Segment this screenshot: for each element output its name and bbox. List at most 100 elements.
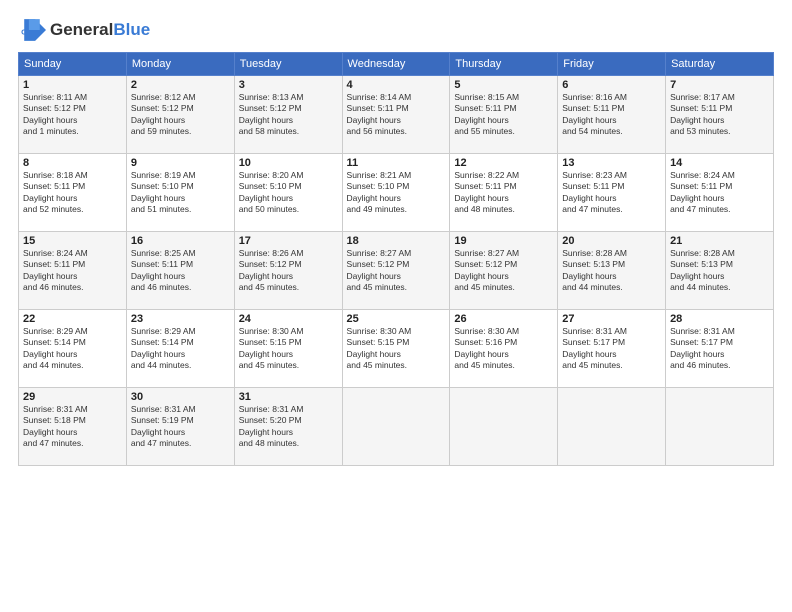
calendar-cell: 15Sunrise: 8:24 AMSunset: 5:11 PMDayligh… xyxy=(19,232,127,310)
calendar-cell: 30Sunrise: 8:31 AMSunset: 5:19 PMDayligh… xyxy=(126,388,234,466)
daylight-label: Daylight hours xyxy=(562,271,616,281)
day-info: Sunrise: 8:20 AMSunset: 5:10 PMDaylight … xyxy=(239,170,338,216)
daylight-value: and 58 minutes. xyxy=(239,126,299,136)
sunset-text: Sunset: 5:12 PM xyxy=(131,103,194,113)
weekday-sunday: Sunday xyxy=(19,53,127,76)
calendar-cell: 10Sunrise: 8:20 AMSunset: 5:10 PMDayligh… xyxy=(234,154,342,232)
daylight-value: and 48 minutes. xyxy=(454,204,514,214)
day-info: Sunrise: 8:29 AMSunset: 5:14 PMDaylight … xyxy=(23,326,122,372)
sunset-text: Sunset: 5:12 PM xyxy=(454,259,517,269)
day-number: 1 xyxy=(23,79,122,91)
sunset-text: Sunset: 5:10 PM xyxy=(347,181,410,191)
day-number: 2 xyxy=(131,79,230,91)
sunset-text: Sunset: 5:13 PM xyxy=(562,259,625,269)
day-number: 23 xyxy=(131,313,230,325)
weekday-wednesday: Wednesday xyxy=(342,53,450,76)
daylight-value: and 49 minutes. xyxy=(347,204,407,214)
daylight-label: Daylight hours xyxy=(131,193,185,203)
svg-text:G: G xyxy=(21,28,27,37)
day-info: Sunrise: 8:27 AMSunset: 5:12 PMDaylight … xyxy=(454,248,553,294)
day-info: Sunrise: 8:31 AMSunset: 5:20 PMDaylight … xyxy=(239,404,338,450)
calendar-cell: 25Sunrise: 8:30 AMSunset: 5:15 PMDayligh… xyxy=(342,310,450,388)
sunrise-text: Sunrise: 8:25 AM xyxy=(131,248,196,258)
calendar-week-5: 29Sunrise: 8:31 AMSunset: 5:18 PMDayligh… xyxy=(19,388,774,466)
sunset-text: Sunset: 5:11 PM xyxy=(562,181,624,191)
daylight-label: Daylight hours xyxy=(131,349,185,359)
day-number: 31 xyxy=(239,391,338,403)
daylight-value: and 44 minutes. xyxy=(562,282,622,292)
calendar-cell: 5Sunrise: 8:15 AMSunset: 5:11 PMDaylight… xyxy=(450,76,558,154)
sunrise-text: Sunrise: 8:18 AM xyxy=(23,170,88,180)
day-info: Sunrise: 8:24 AMSunset: 5:11 PMDaylight … xyxy=(670,170,769,216)
day-info: Sunrise: 8:18 AMSunset: 5:11 PMDaylight … xyxy=(23,170,122,216)
daylight-value: and 45 minutes. xyxy=(454,360,514,370)
calendar-week-4: 22Sunrise: 8:29 AMSunset: 5:14 PMDayligh… xyxy=(19,310,774,388)
sunrise-text: Sunrise: 8:31 AM xyxy=(23,404,88,414)
day-info: Sunrise: 8:28 AMSunset: 5:13 PMDaylight … xyxy=(562,248,661,294)
calendar-cell: 20Sunrise: 8:28 AMSunset: 5:13 PMDayligh… xyxy=(558,232,666,310)
daylight-value: and 47 minutes. xyxy=(23,438,83,448)
calendar-week-3: 15Sunrise: 8:24 AMSunset: 5:11 PMDayligh… xyxy=(19,232,774,310)
calendar-cell xyxy=(342,388,450,466)
daylight-label: Daylight hours xyxy=(131,427,185,437)
day-number: 17 xyxy=(239,235,338,247)
sunrise-text: Sunrise: 8:13 AM xyxy=(239,92,304,102)
sunrise-text: Sunrise: 8:30 AM xyxy=(347,326,412,336)
sunset-text: Sunset: 5:11 PM xyxy=(347,103,409,113)
sunrise-text: Sunrise: 8:22 AM xyxy=(454,170,519,180)
day-number: 19 xyxy=(454,235,553,247)
sunset-text: Sunset: 5:15 PM xyxy=(239,337,302,347)
weekday-friday: Friday xyxy=(558,53,666,76)
daylight-value: and 47 minutes. xyxy=(131,438,191,448)
calendar-cell: 1Sunrise: 8:11 AMSunset: 5:12 PMDaylight… xyxy=(19,76,127,154)
day-number: 11 xyxy=(347,157,446,169)
daylight-label: Daylight hours xyxy=(562,115,616,125)
calendar-cell: 27Sunrise: 8:31 AMSunset: 5:17 PMDayligh… xyxy=(558,310,666,388)
daylight-value: and 50 minutes. xyxy=(239,204,299,214)
daylight-value: and 59 minutes. xyxy=(131,126,191,136)
daylight-label: Daylight hours xyxy=(670,115,724,125)
sunrise-text: Sunrise: 8:31 AM xyxy=(131,404,196,414)
day-info: Sunrise: 8:27 AMSunset: 5:12 PMDaylight … xyxy=(347,248,446,294)
sunset-text: Sunset: 5:18 PM xyxy=(23,415,86,425)
sunset-text: Sunset: 5:11 PM xyxy=(562,103,624,113)
day-number: 5 xyxy=(454,79,553,91)
calendar-cell: 12Sunrise: 8:22 AMSunset: 5:11 PMDayligh… xyxy=(450,154,558,232)
sunset-text: Sunset: 5:14 PM xyxy=(131,337,194,347)
daylight-value: and 45 minutes. xyxy=(562,360,622,370)
daylight-label: Daylight hours xyxy=(670,271,724,281)
sunrise-text: Sunrise: 8:27 AM xyxy=(347,248,412,258)
weekday-header-row: SundayMondayTuesdayWednesdayThursdayFrid… xyxy=(19,53,774,76)
day-info: Sunrise: 8:31 AMSunset: 5:18 PMDaylight … xyxy=(23,404,122,450)
calendar-cell: 16Sunrise: 8:25 AMSunset: 5:11 PMDayligh… xyxy=(126,232,234,310)
day-number: 6 xyxy=(562,79,661,91)
sunrise-text: Sunrise: 8:11 AM xyxy=(23,92,87,102)
day-info: Sunrise: 8:30 AMSunset: 5:16 PMDaylight … xyxy=(454,326,553,372)
daylight-label: Daylight hours xyxy=(670,193,724,203)
day-number: 28 xyxy=(670,313,769,325)
daylight-label: Daylight hours xyxy=(347,115,401,125)
sunset-text: Sunset: 5:12 PM xyxy=(23,103,86,113)
day-info: Sunrise: 8:15 AMSunset: 5:11 PMDaylight … xyxy=(454,92,553,138)
sunrise-text: Sunrise: 8:31 AM xyxy=(239,404,304,414)
sunrise-text: Sunrise: 8:21 AM xyxy=(347,170,412,180)
day-number: 27 xyxy=(562,313,661,325)
calendar-cell: 3Sunrise: 8:13 AMSunset: 5:12 PMDaylight… xyxy=(234,76,342,154)
weekday-saturday: Saturday xyxy=(666,53,774,76)
sunset-text: Sunset: 5:20 PM xyxy=(239,415,302,425)
sunrise-text: Sunrise: 8:30 AM xyxy=(239,326,304,336)
calendar-cell: 21Sunrise: 8:28 AMSunset: 5:13 PMDayligh… xyxy=(666,232,774,310)
weekday-monday: Monday xyxy=(126,53,234,76)
sunrise-text: Sunrise: 8:29 AM xyxy=(23,326,88,336)
day-number: 4 xyxy=(347,79,446,91)
logo: G GeneralBlue xyxy=(18,16,150,44)
day-number: 21 xyxy=(670,235,769,247)
day-number: 16 xyxy=(131,235,230,247)
sunrise-text: Sunrise: 8:29 AM xyxy=(131,326,196,336)
sunrise-text: Sunrise: 8:31 AM xyxy=(670,326,735,336)
day-number: 22 xyxy=(23,313,122,325)
daylight-label: Daylight hours xyxy=(347,193,401,203)
day-info: Sunrise: 8:22 AMSunset: 5:11 PMDaylight … xyxy=(454,170,553,216)
daylight-value: and 46 minutes. xyxy=(131,282,191,292)
sunrise-text: Sunrise: 8:26 AM xyxy=(239,248,304,258)
